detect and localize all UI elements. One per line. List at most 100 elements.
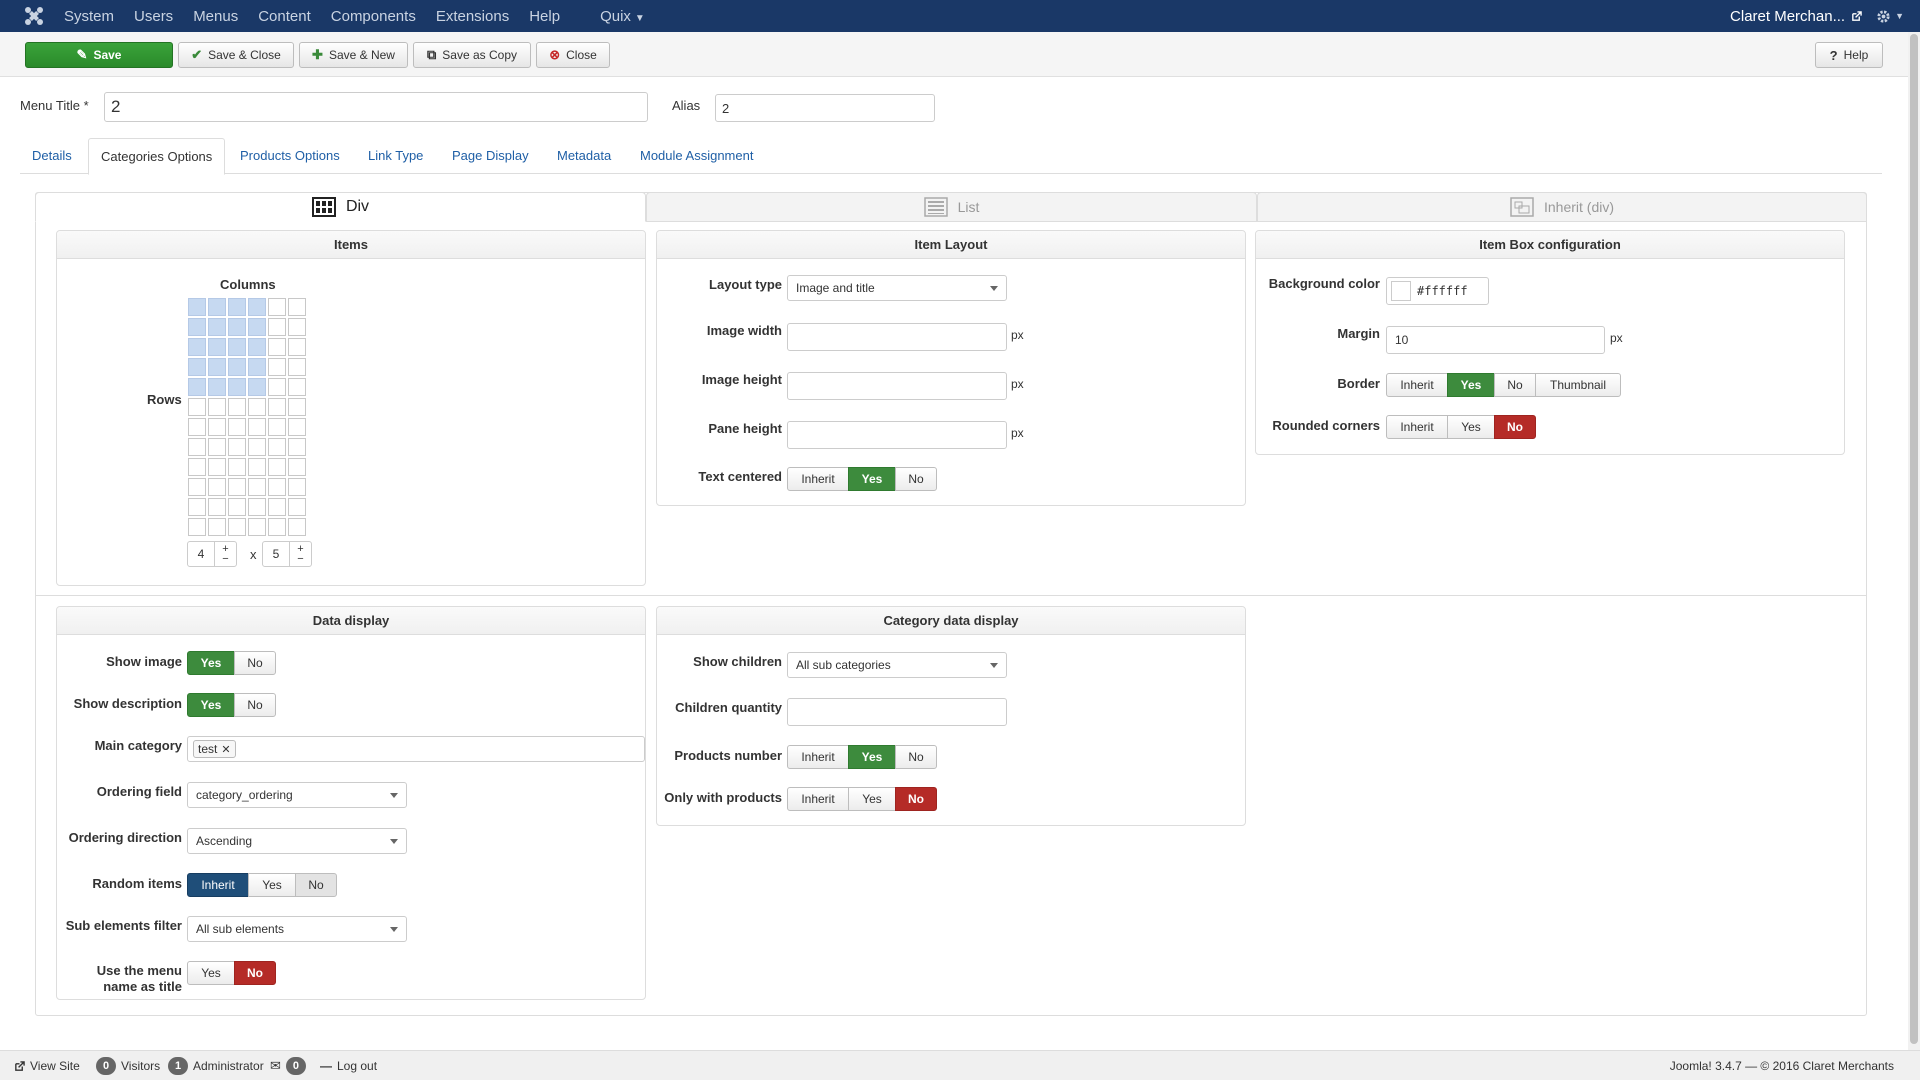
grid-cell[interactable] [188,438,206,456]
grid-cell[interactable] [268,418,286,436]
only-with-products-no[interactable]: No [895,787,937,811]
show-image-yes[interactable]: Yes [187,651,235,675]
show-image-no[interactable]: No [234,651,276,675]
grid-cell[interactable] [228,338,246,356]
menu-users[interactable]: Users [134,8,173,25]
grid-cell[interactable] [228,518,246,536]
settings-menu[interactable]: ▼ [1876,9,1904,24]
text-centered-no[interactable]: No [895,467,937,491]
border-no[interactable]: No [1494,373,1536,397]
grid-cell[interactable] [188,498,206,516]
layout-tab-list[interactable]: List [646,192,1257,222]
menu-extensions[interactable]: Extensions [436,8,509,25]
border-yes[interactable]: Yes [1447,373,1495,397]
tab-metadata[interactable]: Metadata [545,138,623,174]
menu-menus[interactable]: Menus [193,8,238,25]
logout-link[interactable]: — Log out [320,1051,377,1081]
grid-cell[interactable] [288,358,306,376]
tab-categories-options[interactable]: Categories Options [88,138,226,175]
image-height-input[interactable] [787,372,1007,400]
grid-cell[interactable] [248,498,266,516]
show-description-no[interactable]: No [234,693,276,717]
only-with-products-yes[interactable]: Yes [848,787,896,811]
grid-cell[interactable] [188,318,206,336]
tab-module-assignment[interactable]: Module Assignment [628,138,765,174]
text-centered-yes[interactable]: Yes [848,467,896,491]
grid-cell[interactable] [208,318,226,336]
user-menu[interactable]: Claret Merchan... [1730,8,1862,25]
grid-cell[interactable] [248,478,266,496]
grid-cell[interactable] [188,338,206,356]
show-description-yes[interactable]: Yes [187,693,235,717]
grid-cell[interactable] [208,498,226,516]
rows-stepper[interactable]: 5 + − [262,541,312,567]
view-site-link[interactable]: View Site [14,1051,80,1081]
grid-cell[interactable] [228,498,246,516]
grid-cell[interactable] [248,298,266,316]
scrollbar-thumb[interactable] [1910,34,1918,1044]
rows-stepper-buttons[interactable]: + − [289,542,311,566]
children-quantity-input[interactable] [787,698,1007,726]
random-items-inherit[interactable]: Inherit [187,873,249,897]
grid-cell[interactable] [228,318,246,336]
products-number-yes[interactable]: Yes [848,745,896,769]
layout-type-select[interactable]: Image and title [787,275,1007,301]
tab-page-display[interactable]: Page Display [440,138,541,174]
tab-details[interactable]: Details [20,138,84,174]
rounded-inherit[interactable]: Inherit [1386,415,1448,439]
menu-system[interactable]: System [64,8,114,25]
grid-cell[interactable] [268,498,286,516]
help-button[interactable]: ? Help [1815,42,1883,68]
grid-cell[interactable] [288,518,306,536]
random-items-yes[interactable]: Yes [248,873,296,897]
menu-quix[interactable]: Quix ▼ [600,8,645,25]
grid-cell[interactable] [208,438,226,456]
grid-cell[interactable] [268,378,286,396]
alias-input[interactable]: 2 [715,94,935,122]
grid-cell[interactable] [248,458,266,476]
grid-cell[interactable] [228,418,246,436]
grid-cell[interactable] [188,518,206,536]
grid-cell[interactable] [288,338,306,356]
columns-stepper[interactable]: 4 + − [187,541,237,567]
joomla-logo-icon[interactable] [14,0,54,32]
items-grid[interactable] [188,298,307,537]
grid-cell[interactable] [288,458,306,476]
menu-help[interactable]: Help [529,8,560,25]
grid-cell[interactable] [268,518,286,536]
grid-cell[interactable] [268,338,286,356]
grid-cell[interactable] [228,398,246,416]
products-number-no[interactable]: No [895,745,937,769]
remove-tag-icon[interactable]: ✕ [221,743,230,756]
main-category-input[interactable]: test ✕ [187,736,645,762]
grid-cell[interactable] [208,398,226,416]
grid-cell[interactable] [188,398,206,416]
show-children-select[interactable]: All sub categories [787,652,1007,678]
grid-cell[interactable] [248,358,266,376]
menu-components[interactable]: Components [331,8,416,25]
tab-products-options[interactable]: Products Options [228,138,352,174]
grid-cell[interactable] [248,398,266,416]
grid-cell[interactable] [208,298,226,316]
grid-cell[interactable] [208,338,226,356]
pane-height-input[interactable] [787,421,1007,449]
menu-content[interactable]: Content [258,8,311,25]
layout-tab-div[interactable]: Div [35,192,646,222]
save-copy-button[interactable]: ⧉ Save as Copy [413,42,531,68]
grid-cell[interactable] [228,438,246,456]
grid-cell[interactable] [228,358,246,376]
border-thumbnail[interactable]: Thumbnail [1535,373,1621,397]
bg-color-input[interactable]: #ffffff [1386,277,1489,305]
grid-cell[interactable] [268,298,286,316]
grid-cell[interactable] [268,398,286,416]
grid-cell[interactable] [288,498,306,516]
grid-cell[interactable] [228,298,246,316]
random-items-no[interactable]: No [295,873,337,897]
grid-cell[interactable] [188,418,206,436]
grid-cell[interactable] [248,438,266,456]
grid-cell[interactable] [288,318,306,336]
ordering-direction-select[interactable]: Ascending [187,828,407,854]
grid-cell[interactable] [268,478,286,496]
menu-name-title-yes[interactable]: Yes [187,961,235,985]
grid-cell[interactable] [208,518,226,536]
